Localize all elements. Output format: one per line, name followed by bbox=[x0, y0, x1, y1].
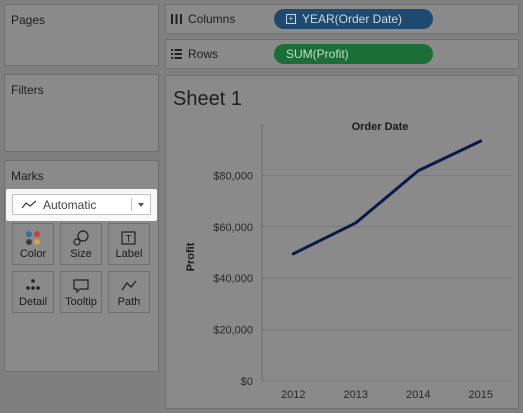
marks-card: Marks Automatic Color Size T Label Detai… bbox=[4, 160, 159, 372]
mark-type-label: Automatic bbox=[43, 197, 97, 212]
color-dots-icon bbox=[26, 231, 40, 245]
line-mark-icon bbox=[21, 200, 37, 208]
columns-pill-year-order-date[interactable]: + YEAR(Order Date) bbox=[274, 9, 433, 29]
detail-dots-icon bbox=[26, 279, 40, 290]
line-chart: Order Date Profit $0 $20,000 $40,000 $60,00… bbox=[185, 121, 512, 401]
chevron-down-icon[interactable] bbox=[138, 203, 144, 207]
x-tick-label: 2012 bbox=[281, 389, 305, 401]
sheet-view: Sheet 1 Order Date Profit $0 $20,000 $40,0… bbox=[165, 75, 519, 409]
x-tick-label: 2015 bbox=[469, 389, 493, 401]
mark-type-select[interactable]: Automatic bbox=[12, 194, 151, 215]
columns-pill-label: YEAR(Order Date) bbox=[302, 12, 403, 26]
columns-shelf[interactable]: Columns + YEAR(Order Date) bbox=[165, 4, 519, 34]
rows-pill-sum-profit[interactable]: SUM(Profit) bbox=[274, 44, 433, 64]
filters-title: Filters bbox=[11, 83, 44, 97]
path-button[interactable]: Path bbox=[108, 271, 150, 313]
rows-shelf[interactable]: Rows SUM(Profit) bbox=[165, 39, 519, 69]
filters-card[interactable]: Filters bbox=[4, 74, 159, 152]
x-tick-label: 2013 bbox=[344, 389, 368, 401]
y-tick-label: $20,000 bbox=[213, 325, 253, 337]
rows-icon bbox=[171, 49, 182, 59]
y-axis-label: Profit bbox=[185, 242, 197, 271]
label-button[interactable]: T Label bbox=[108, 223, 150, 265]
detail-button[interactable]: Detail bbox=[12, 271, 54, 313]
columns-label: Columns bbox=[188, 12, 236, 26]
chart-title: Order Date bbox=[352, 121, 409, 133]
columns-icon bbox=[171, 14, 182, 24]
tooltip-button[interactable]: Tooltip bbox=[60, 271, 102, 313]
pages-title: Pages bbox=[11, 13, 46, 27]
expand-plus-icon[interactable]: + bbox=[286, 14, 296, 24]
text-label-icon: T bbox=[121, 231, 136, 245]
tooltip-icon bbox=[73, 279, 89, 294]
dropdown-separator bbox=[131, 198, 132, 211]
y-tick-label: $40,000 bbox=[213, 273, 253, 285]
svg-text:T: T bbox=[125, 234, 131, 245]
size-icon bbox=[73, 230, 89, 246]
detail-button-label: Detail bbox=[18, 296, 48, 308]
label-button-label: Label bbox=[115, 248, 143, 260]
rows-pill-label: SUM(Profit) bbox=[286, 47, 349, 61]
path-line-icon bbox=[121, 280, 137, 291]
x-tick-label: 2014 bbox=[406, 389, 430, 401]
size-button-label: Size bbox=[70, 248, 92, 260]
y-tick-label: $60,000 bbox=[213, 222, 253, 234]
y-tick-label: $0 bbox=[241, 376, 253, 388]
marks-title: Marks bbox=[11, 169, 44, 183]
color-button[interactable]: Color bbox=[12, 223, 54, 265]
y-tick-label: $80,000 bbox=[213, 170, 253, 182]
size-button[interactable]: Size bbox=[60, 223, 102, 265]
tooltip-button-label: Tooltip bbox=[65, 296, 97, 308]
profit-series-line bbox=[291, 139, 483, 256]
mark-type-dropdown[interactable]: Automatic bbox=[6, 189, 157, 221]
pages-card[interactable]: Pages bbox=[4, 4, 159, 66]
rows-label: Rows bbox=[188, 47, 219, 61]
path-button-label: Path bbox=[117, 296, 141, 308]
color-button-label: Color bbox=[19, 248, 47, 260]
